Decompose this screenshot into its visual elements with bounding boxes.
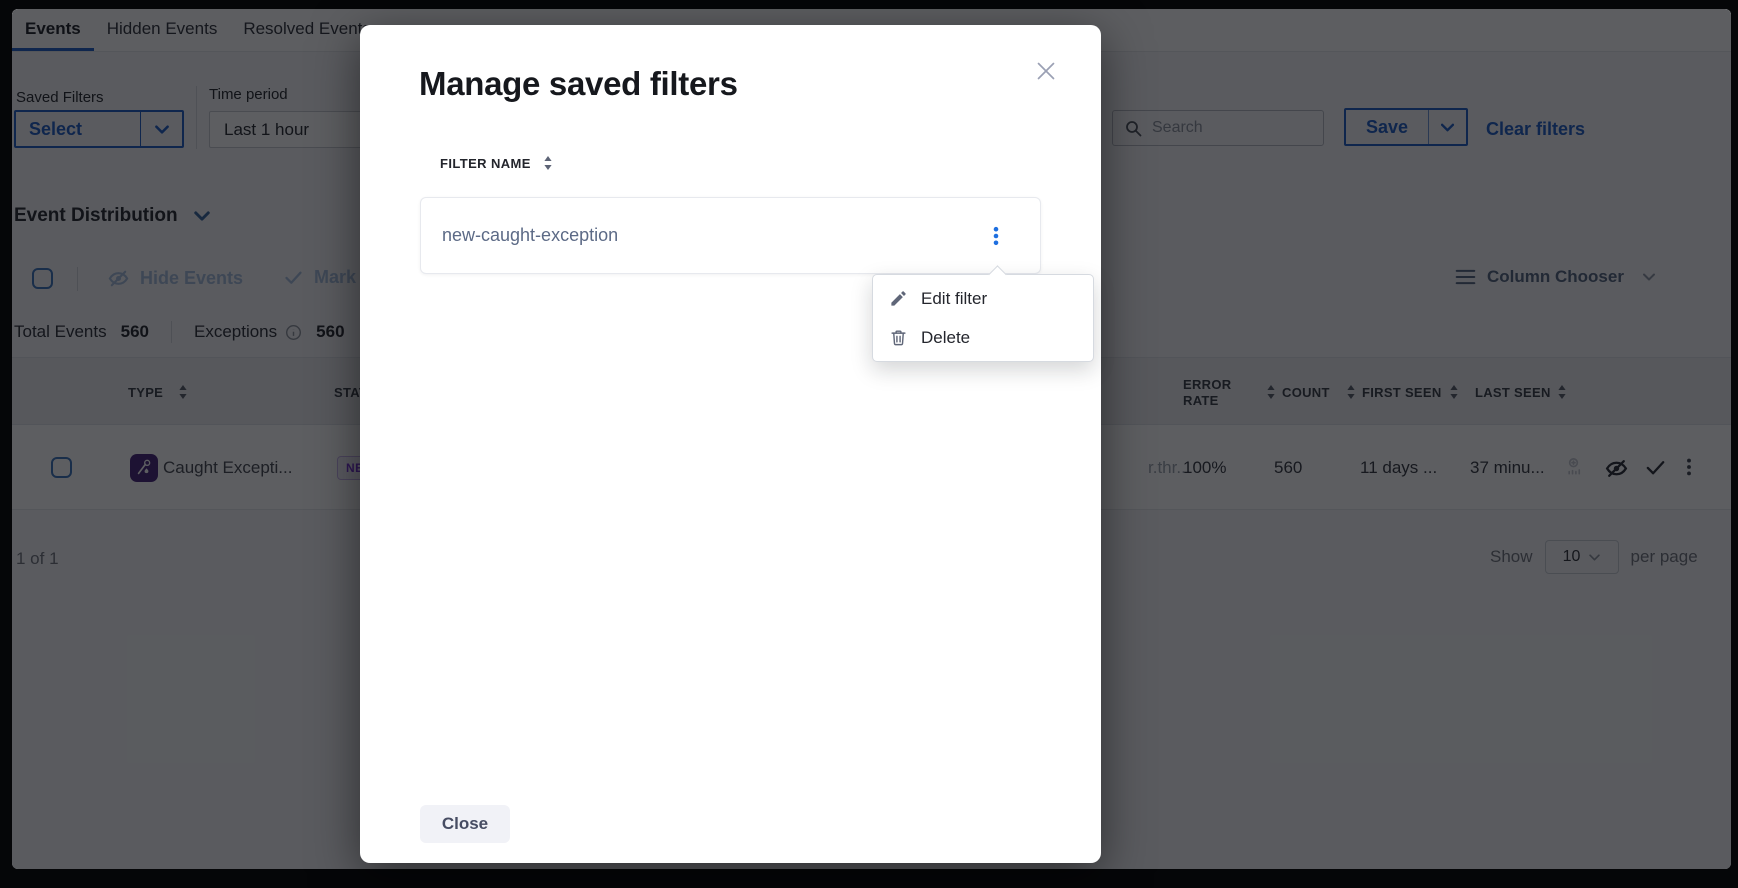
- close-button[interactable]: Close: [420, 805, 510, 843]
- delete-label: Delete: [921, 328, 970, 348]
- filter-actions-menu: Edit filter Delete: [872, 274, 1094, 362]
- kebab-menu-icon[interactable]: [984, 224, 1008, 248]
- filter-name-header-label: FILTER NAME: [440, 156, 531, 171]
- close-icon[interactable]: [1032, 57, 1060, 85]
- pencil-icon: [889, 289, 908, 308]
- saved-filter-name: new-caught-exception: [421, 225, 618, 246]
- sort-arrows-icon: [543, 155, 553, 171]
- manage-saved-filters-modal: Manage saved filters FILTER NAME new-cau…: [360, 25, 1101, 863]
- saved-filter-row: new-caught-exception: [420, 197, 1041, 274]
- trash-icon: [889, 328, 908, 347]
- menu-item-edit-filter[interactable]: Edit filter: [873, 279, 1093, 318]
- modal-title: Manage saved filters: [419, 65, 738, 103]
- edit-filter-label: Edit filter: [921, 289, 987, 309]
- filter-name-column-header[interactable]: FILTER NAME: [440, 155, 553, 171]
- menu-item-delete[interactable]: Delete: [873, 318, 1093, 357]
